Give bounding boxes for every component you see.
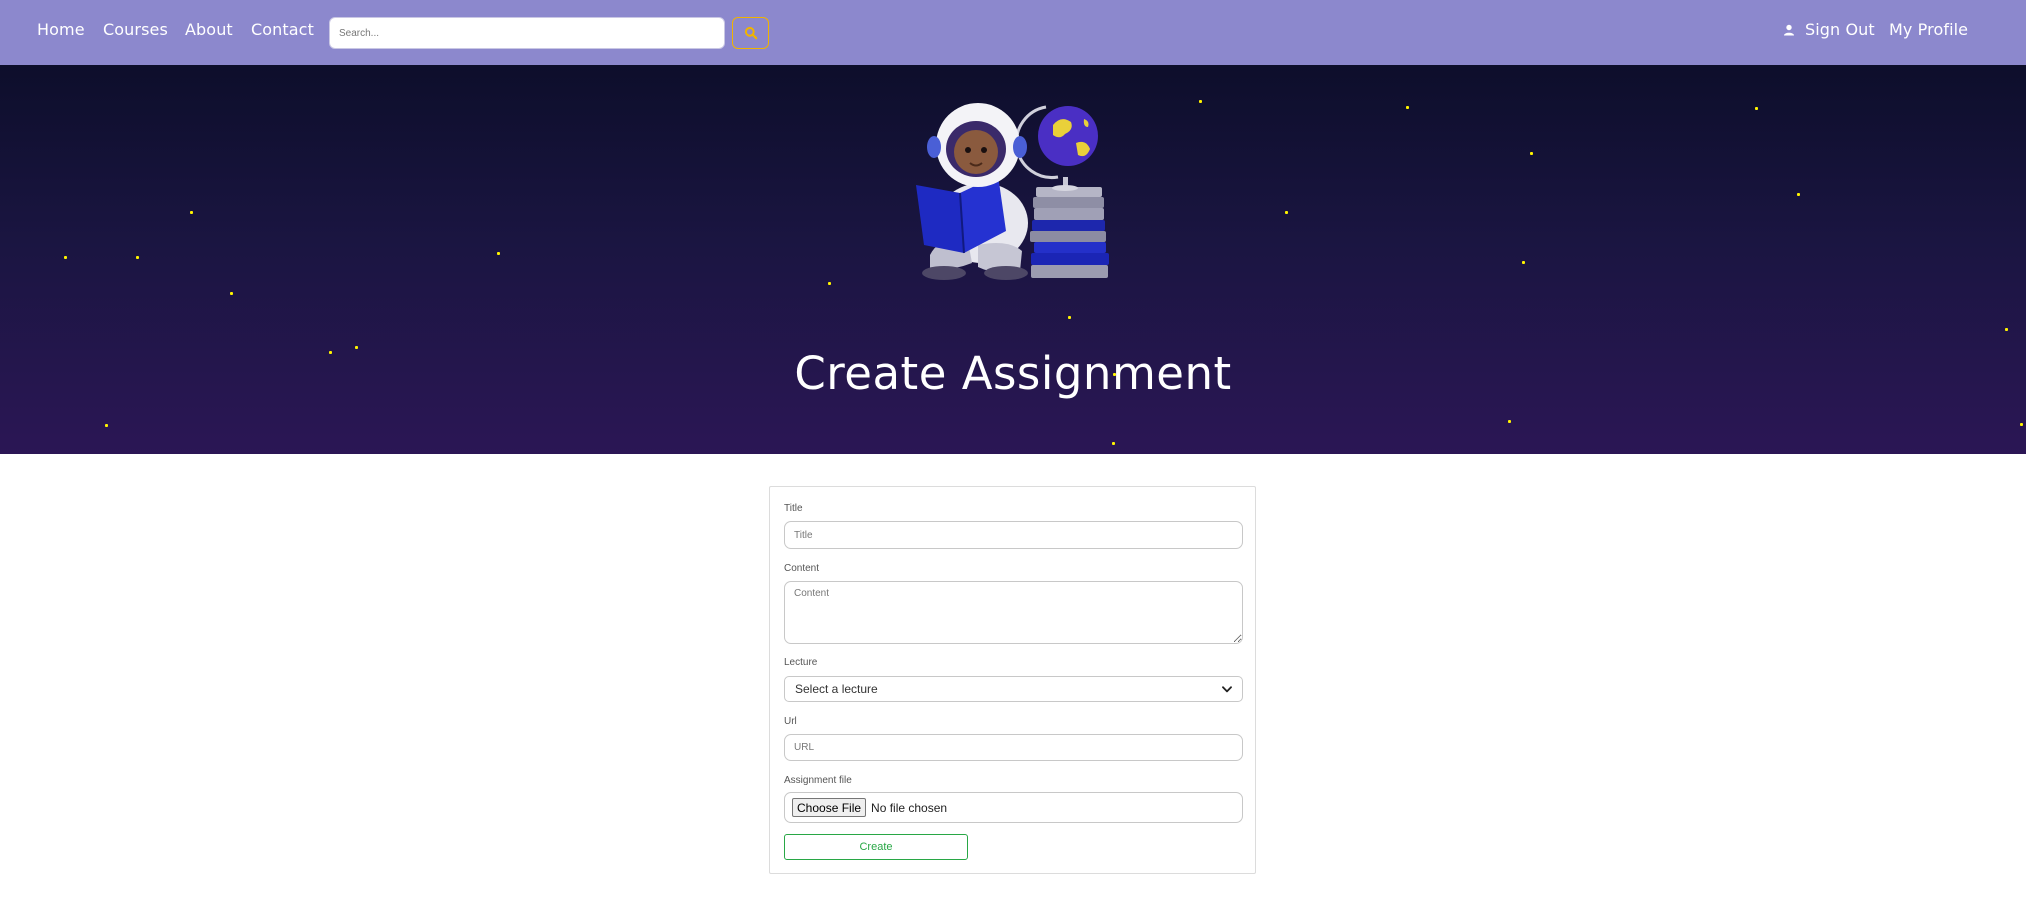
star xyxy=(497,252,500,255)
hero-banner: Create Assignment xyxy=(0,65,2026,454)
search-button[interactable] xyxy=(732,17,769,49)
url-input[interactable] xyxy=(784,734,1243,761)
nav-link-courses[interactable]: Courses xyxy=(103,20,168,39)
title-input[interactable] xyxy=(784,521,1243,549)
lecture-select-value: Select a lecture xyxy=(795,682,878,696)
star xyxy=(190,211,193,214)
title-label: Title xyxy=(784,503,803,514)
star xyxy=(64,256,67,259)
assignment-file-input: Choose File No file chosen xyxy=(784,792,1243,823)
nav-link-about[interactable]: About xyxy=(185,20,233,39)
star xyxy=(1755,107,1758,110)
url-label: Url xyxy=(784,716,797,727)
sign-out-label: Sign Out xyxy=(1805,20,1875,39)
star xyxy=(2020,423,2023,426)
create-assignment-form: Title Content Lecture Select a lecture U… xyxy=(769,486,1256,874)
navbar: Home Courses About Contact Sign Out My P… xyxy=(0,0,2026,65)
assignment-file-label: Assignment file xyxy=(784,775,852,786)
search-icon xyxy=(744,26,757,40)
my-profile-link[interactable]: My Profile xyxy=(1889,20,1968,39)
file-status-text: No file chosen xyxy=(871,800,948,815)
star xyxy=(1797,193,1800,196)
star xyxy=(1508,420,1511,423)
star xyxy=(105,424,108,427)
lecture-select[interactable]: Select a lecture xyxy=(784,676,1243,702)
search-input[interactable] xyxy=(329,17,725,49)
choose-file-button[interactable]: Choose File xyxy=(792,798,867,817)
star xyxy=(828,282,831,285)
astronaut-illustration xyxy=(916,103,1109,280)
chevron-down-icon xyxy=(1222,685,1232,692)
star xyxy=(1522,261,1525,264)
nav-link-contact[interactable]: Contact xyxy=(251,20,314,39)
user-icon xyxy=(1784,24,1794,35)
nav-link-home[interactable]: Home xyxy=(37,20,85,39)
content-label: Content xyxy=(784,563,820,574)
star xyxy=(1068,316,1071,319)
star xyxy=(1530,152,1533,155)
star xyxy=(1285,211,1288,214)
star xyxy=(1406,106,1409,109)
star xyxy=(1199,100,1202,103)
star xyxy=(2005,328,2008,331)
star xyxy=(136,256,139,259)
lecture-label: Lecture xyxy=(784,657,818,668)
star xyxy=(230,292,233,295)
star xyxy=(1112,442,1115,445)
content-textarea[interactable] xyxy=(784,581,1243,644)
create-button[interactable]: Create xyxy=(784,834,968,860)
sign-out-link[interactable]: Sign Out xyxy=(1783,20,1875,39)
page-title: Create Assignment xyxy=(794,347,1232,400)
